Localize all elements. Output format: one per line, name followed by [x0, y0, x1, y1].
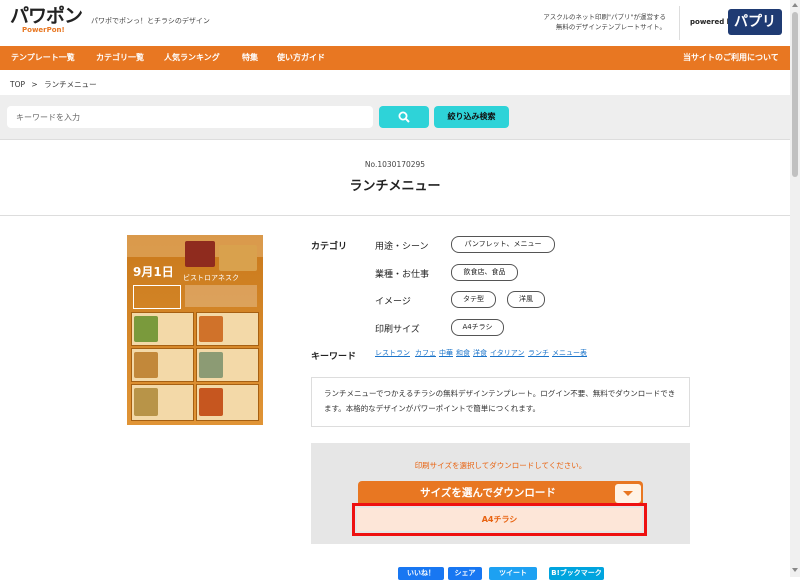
page-title: ランチメニュー	[349, 179, 441, 194]
thumb-menu-cell	[196, 348, 259, 382]
page-scrollbar[interactable]	[790, 0, 800, 577]
search-bar: 絞り込み検索	[0, 95, 790, 140]
category-row-label: イメージ	[375, 297, 411, 307]
download-message: 印刷サイズを選択してダウンロードしてください。	[414, 461, 587, 470]
filter-search-button[interactable]: 絞り込み検索	[434, 106, 509, 128]
divider	[0, 215, 790, 216]
thumb-menu-cell	[196, 312, 259, 346]
site-header: パワポン PowerPon! パワポでポンっ！とチラシのデザイン アスクルのネッ…	[0, 0, 790, 46]
keyword-link[interactable]: ランチ	[528, 348, 549, 358]
header-note-line2: 無料のデザインテンプレートサイト。	[555, 23, 666, 31]
download-panel: 印刷サイズを選択してダウンロードしてください。 サイズを選んでダウンロード A4…	[311, 443, 690, 544]
facebook-like-button[interactable]: いいね！	[398, 567, 444, 580]
header-note: アスクルのネット印刷"パプリ"が運営する 無料のデザインテンプレートサイト。	[496, 12, 666, 32]
thumb-date: 9月1日	[133, 265, 174, 279]
chevron-down-icon	[623, 491, 633, 496]
site-logo[interactable]: パワポン PowerPon!	[10, 5, 83, 34]
search-icon	[398, 111, 410, 123]
size-dropdown-toggle[interactable]	[615, 484, 641, 503]
scroll-down-arrow-icon[interactable]	[792, 568, 798, 572]
nav-guide[interactable]: 使い方ガイド	[277, 46, 325, 70]
category-row-label: 業種・お仕事	[375, 270, 430, 280]
papuri-logo[interactable]: パプリ	[728, 9, 782, 35]
nav-ranking[interactable]: 人気ランキング	[164, 46, 220, 70]
logo-text: パワポン	[10, 5, 83, 27]
search-input[interactable]	[7, 106, 373, 128]
keyword-link[interactable]: カフェ	[415, 348, 436, 358]
thumb-shop-name: ビストロアネスク	[183, 274, 239, 282]
tag-pamphlet-menu[interactable]: パンフレット、メニュー	[451, 236, 555, 253]
scroll-thumb[interactable]	[792, 12, 798, 177]
scroll-up-arrow-icon[interactable]	[792, 3, 798, 7]
keyword-link[interactable]: 中華	[439, 348, 453, 358]
tag-vertical[interactable]: タテ型	[451, 291, 496, 308]
keyword-link[interactable]: 和食	[456, 348, 470, 358]
tag-restaurant-food[interactable]: 飲食店、食品	[451, 264, 518, 281]
search-button[interactable]	[379, 106, 429, 128]
breadcrumb-separator: >	[31, 80, 38, 89]
breadcrumb-current: ランチメニュー	[44, 80, 97, 89]
keyword-link[interactable]: メニュー表	[552, 348, 587, 358]
tag-a4-flyer[interactable]: A4チラシ	[451, 319, 504, 336]
nav-terms[interactable]: 当サイトのご利用について	[683, 46, 779, 70]
keyword-section-label: キーワード	[311, 352, 357, 362]
size-option-a4[interactable]: A4チラシ	[357, 508, 642, 531]
facebook-share-button[interactable]: シェア	[448, 567, 482, 580]
main-nav: テンプレート一覧 カテゴリ一覧 人気ランキング 特集 使い方ガイド 当サイトのご…	[0, 46, 790, 70]
thumb-hours-box	[133, 285, 181, 309]
thumb-menu-cell	[196, 384, 259, 421]
site-tagline: パワポでポンっ！とチラシのデザイン	[91, 17, 210, 25]
nav-template-list[interactable]: テンプレート一覧	[11, 46, 75, 70]
thumb-menu-cell	[131, 384, 194, 421]
category-row-label: 用途・シーン	[375, 242, 429, 252]
nav-features[interactable]: 特集	[242, 46, 258, 70]
category-section-label: カテゴリ	[311, 242, 348, 252]
tag-western[interactable]: 洋風	[507, 291, 545, 308]
breadcrumb: TOP > ランチメニュー	[10, 79, 97, 90]
thumb-menu-cell	[131, 312, 194, 346]
item-number: No.1030170295	[364, 160, 426, 169]
like-label: いいね！	[407, 569, 435, 577]
thumb-burger-photo	[219, 245, 257, 271]
logo-subtext: PowerPon!	[22, 26, 65, 34]
template-thumbnail[interactable]: 9月1日 ビストロアネスク	[127, 235, 263, 425]
tweet-button[interactable]: ツイート	[489, 567, 537, 580]
header-note-line1: アスクルのネット印刷"パプリ"が運営する	[543, 13, 666, 21]
thumb-drink-photo	[185, 241, 215, 267]
header-divider	[679, 6, 680, 40]
nav-category-list[interactable]: カテゴリ一覧	[96, 46, 144, 70]
thumb-menu-cell	[131, 348, 194, 382]
breadcrumb-home[interactable]: TOP	[10, 80, 25, 89]
category-row-label: 印刷サイズ	[375, 325, 420, 335]
keyword-link[interactable]: イタリアン	[490, 348, 524, 358]
keyword-link[interactable]: レストラン	[375, 348, 410, 358]
template-description: ランチメニューでつかえるチラシの無料デザインテンプレート。ログイン不要、無料でダ…	[311, 377, 690, 427]
hatena-bookmark-button[interactable]: B!ブックマーク	[549, 567, 604, 580]
keyword-link[interactable]: 洋食	[473, 348, 487, 358]
thumb-info-box	[185, 285, 257, 307]
